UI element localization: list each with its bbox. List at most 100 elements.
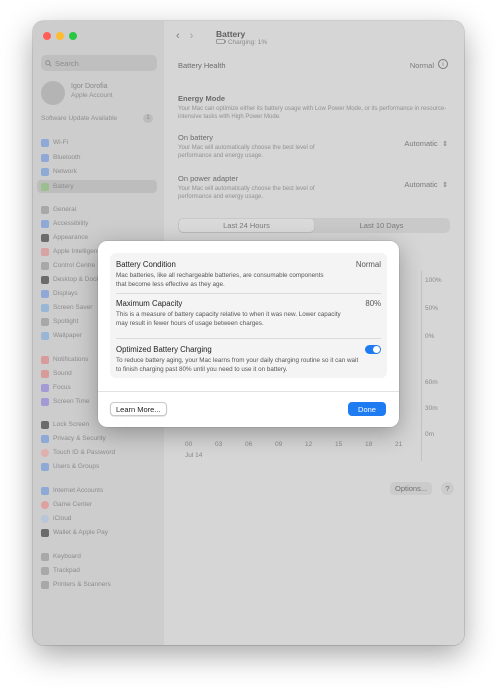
sidebar-item-printers-scanners[interactable]: Printers & Scanners: [41, 579, 111, 590]
back-button[interactable]: ‹: [176, 30, 180, 42]
sidebar-item-label: Spotlight: [53, 318, 79, 325]
wifi-icon: [41, 138, 49, 147]
sidebar-item-label: Desktop & Dock: [53, 276, 100, 283]
toggle-knob: [373, 346, 380, 353]
sidebar-item-lock-screen[interactable]: Lock Screen: [41, 419, 89, 430]
sidebar-item-touch-id[interactable]: Touch ID & Password: [41, 447, 115, 458]
sidebar-item-appearance[interactable]: Appearance: [41, 232, 88, 243]
sidebar-item-privacy-security[interactable]: Privacy & Security: [41, 433, 106, 444]
network-icon: [41, 167, 49, 176]
page-title: Battery: [216, 29, 246, 39]
on-battery-row: On battery Your Mac will automatically c…: [178, 133, 450, 160]
sidebar-item-label: Wallpaper: [53, 332, 83, 339]
popup-chevron-icon: ⇕: [442, 141, 448, 148]
sidebar-item-internet-accounts[interactable]: Internet Accounts: [41, 485, 103, 496]
sidebar-item-screen-time[interactable]: Screen Time: [41, 396, 90, 407]
avatar: [41, 81, 65, 105]
on-power-adapter-value: Automatic: [404, 180, 438, 189]
on-battery-popup[interactable]: Automatic ⇕: [404, 133, 448, 151]
traffic-lights: [43, 32, 77, 40]
search-icon: [45, 59, 52, 67]
x-label: 03: [215, 441, 223, 448]
focus-icon: [41, 383, 49, 392]
sidebar-item-wifi[interactable]: Wi-Fi: [41, 137, 68, 148]
sidebar-item-desktop-dock[interactable]: Desktop & Dock: [41, 274, 100, 285]
search-placeholder: Search: [55, 58, 79, 68]
account-row[interactable]: Igor Dorofia Apple Account: [41, 81, 159, 113]
sidebar-item-label: Notifications: [53, 356, 89, 363]
maximum-capacity-row: Maximum Capacity 80% This is a measure o…: [116, 299, 381, 328]
tab-last-10-days[interactable]: Last 10 Days: [314, 219, 449, 232]
sidebar-item-users-groups[interactable]: Users & Groups: [41, 461, 99, 472]
sidebar-item-label: Internet Accounts: [53, 487, 104, 494]
sidebar-item-sound[interactable]: Sound: [41, 368, 72, 379]
y-label-100: 100%: [425, 277, 442, 284]
sidebar-item-icloud[interactable]: iCloud: [41, 513, 71, 524]
sidebar-item-keyboard[interactable]: Keyboard: [41, 551, 81, 562]
on-power-adapter-popup[interactable]: Automatic ⇕: [404, 174, 448, 192]
forward-button[interactable]: ›: [190, 30, 194, 42]
sidebar-item-screen-saver[interactable]: Screen Saver: [41, 302, 92, 313]
done-button[interactable]: Done: [348, 402, 386, 416]
sidebar-item-label: Screen Saver: [53, 304, 93, 311]
sidebar-item-notifications[interactable]: Notifications: [41, 354, 88, 365]
info-icon: i: [442, 61, 444, 68]
battery-health-label: Battery Health: [178, 61, 226, 70]
sidebar-item-displays[interactable]: Displays: [41, 288, 78, 299]
sidebar-item-label: Apple Intelligence: [53, 248, 105, 255]
sidebar-item-wallet[interactable]: Wallet & Apple Pay: [41, 527, 108, 538]
minimize-window-button[interactable]: [56, 32, 64, 40]
internet-accounts-icon: [41, 486, 49, 495]
optimized-charging-title: Optimized Battery Charging: [116, 345, 212, 354]
battery-condition-row: Battery Condition Normal Mac batteries, …: [116, 260, 381, 289]
software-update-label[interactable]: Software Update Available: [41, 115, 117, 122]
sidebar-item-game-center[interactable]: Game Center: [41, 499, 92, 510]
sidebar-item-label: Keyboard: [53, 553, 81, 560]
options-button[interactable]: Options...: [390, 482, 433, 495]
maximum-capacity-value: 80%: [365, 299, 381, 308]
sidebar-item-battery[interactable]: Battery: [41, 181, 74, 192]
battery-condition-description: Mac batteries, like all rechargeable bat…: [116, 272, 324, 288]
divider: [116, 338, 381, 339]
sidebar-item-apple-intelligence[interactable]: Apple Intelligence: [41, 246, 104, 257]
notifications-icon: [41, 355, 49, 364]
desktop-dock-icon: [41, 275, 49, 284]
sidebar-item-focus[interactable]: Focus: [41, 382, 71, 393]
sidebar-item-bluetooth[interactable]: Bluetooth: [41, 152, 80, 163]
tab-last-24-hours[interactable]: Last 24 Hours: [179, 219, 314, 232]
charging-status-text: Charging: 1%: [227, 39, 268, 46]
touch-id-icon: [41, 448, 49, 457]
sidebar-item-accessibility[interactable]: Accessibility: [41, 218, 88, 229]
help-button[interactable]: ?: [441, 482, 454, 495]
close-window-button[interactable]: [43, 32, 51, 40]
learn-more-button[interactable]: Learn More...: [110, 402, 167, 416]
wallet-icon: [41, 528, 49, 537]
sidebar-item-label: Accessibility: [53, 220, 89, 227]
sidebar-item-trackpad[interactable]: Trackpad: [41, 565, 80, 576]
sidebar-item-general[interactable]: General: [41, 204, 76, 215]
sidebar-item-control-centre[interactable]: Control Centre: [41, 260, 95, 271]
x-label: 18: [365, 441, 373, 448]
screen-time-icon: [41, 397, 49, 406]
info-button[interactable]: i: [438, 59, 448, 69]
search-field[interactable]: Search: [41, 55, 157, 71]
apple-intelligence-icon: [41, 247, 49, 256]
sidebar-item-label: Wallet & Apple Pay: [53, 529, 109, 536]
battery-health-value: Normal: [409, 61, 434, 70]
sidebar-item-network[interactable]: Network: [41, 166, 77, 177]
sidebar-item-label: Battery: [53, 183, 74, 190]
on-power-adapter-row: On power adapter Your Mac will automatic…: [178, 174, 450, 201]
battery-health-sheet: Battery Condition Normal Mac batteries, …: [98, 241, 399, 427]
optimized-charging-toggle[interactable]: [365, 345, 381, 354]
displays-icon: [41, 289, 49, 298]
x-label: 09: [275, 441, 283, 448]
bluetooth-icon: [41, 153, 49, 162]
gear-icon: [41, 205, 49, 214]
sidebar-item-spotlight[interactable]: Spotlight: [41, 316, 78, 327]
lock-icon: [41, 420, 49, 429]
sidebar-item-wallpaper[interactable]: Wallpaper: [41, 330, 82, 341]
optimized-charging-description: To reduce battery aging, your Mac learns…: [116, 357, 359, 373]
keyboard-icon: [41, 552, 49, 561]
users-icon: [41, 462, 49, 471]
zoom-window-button[interactable]: [69, 32, 77, 40]
